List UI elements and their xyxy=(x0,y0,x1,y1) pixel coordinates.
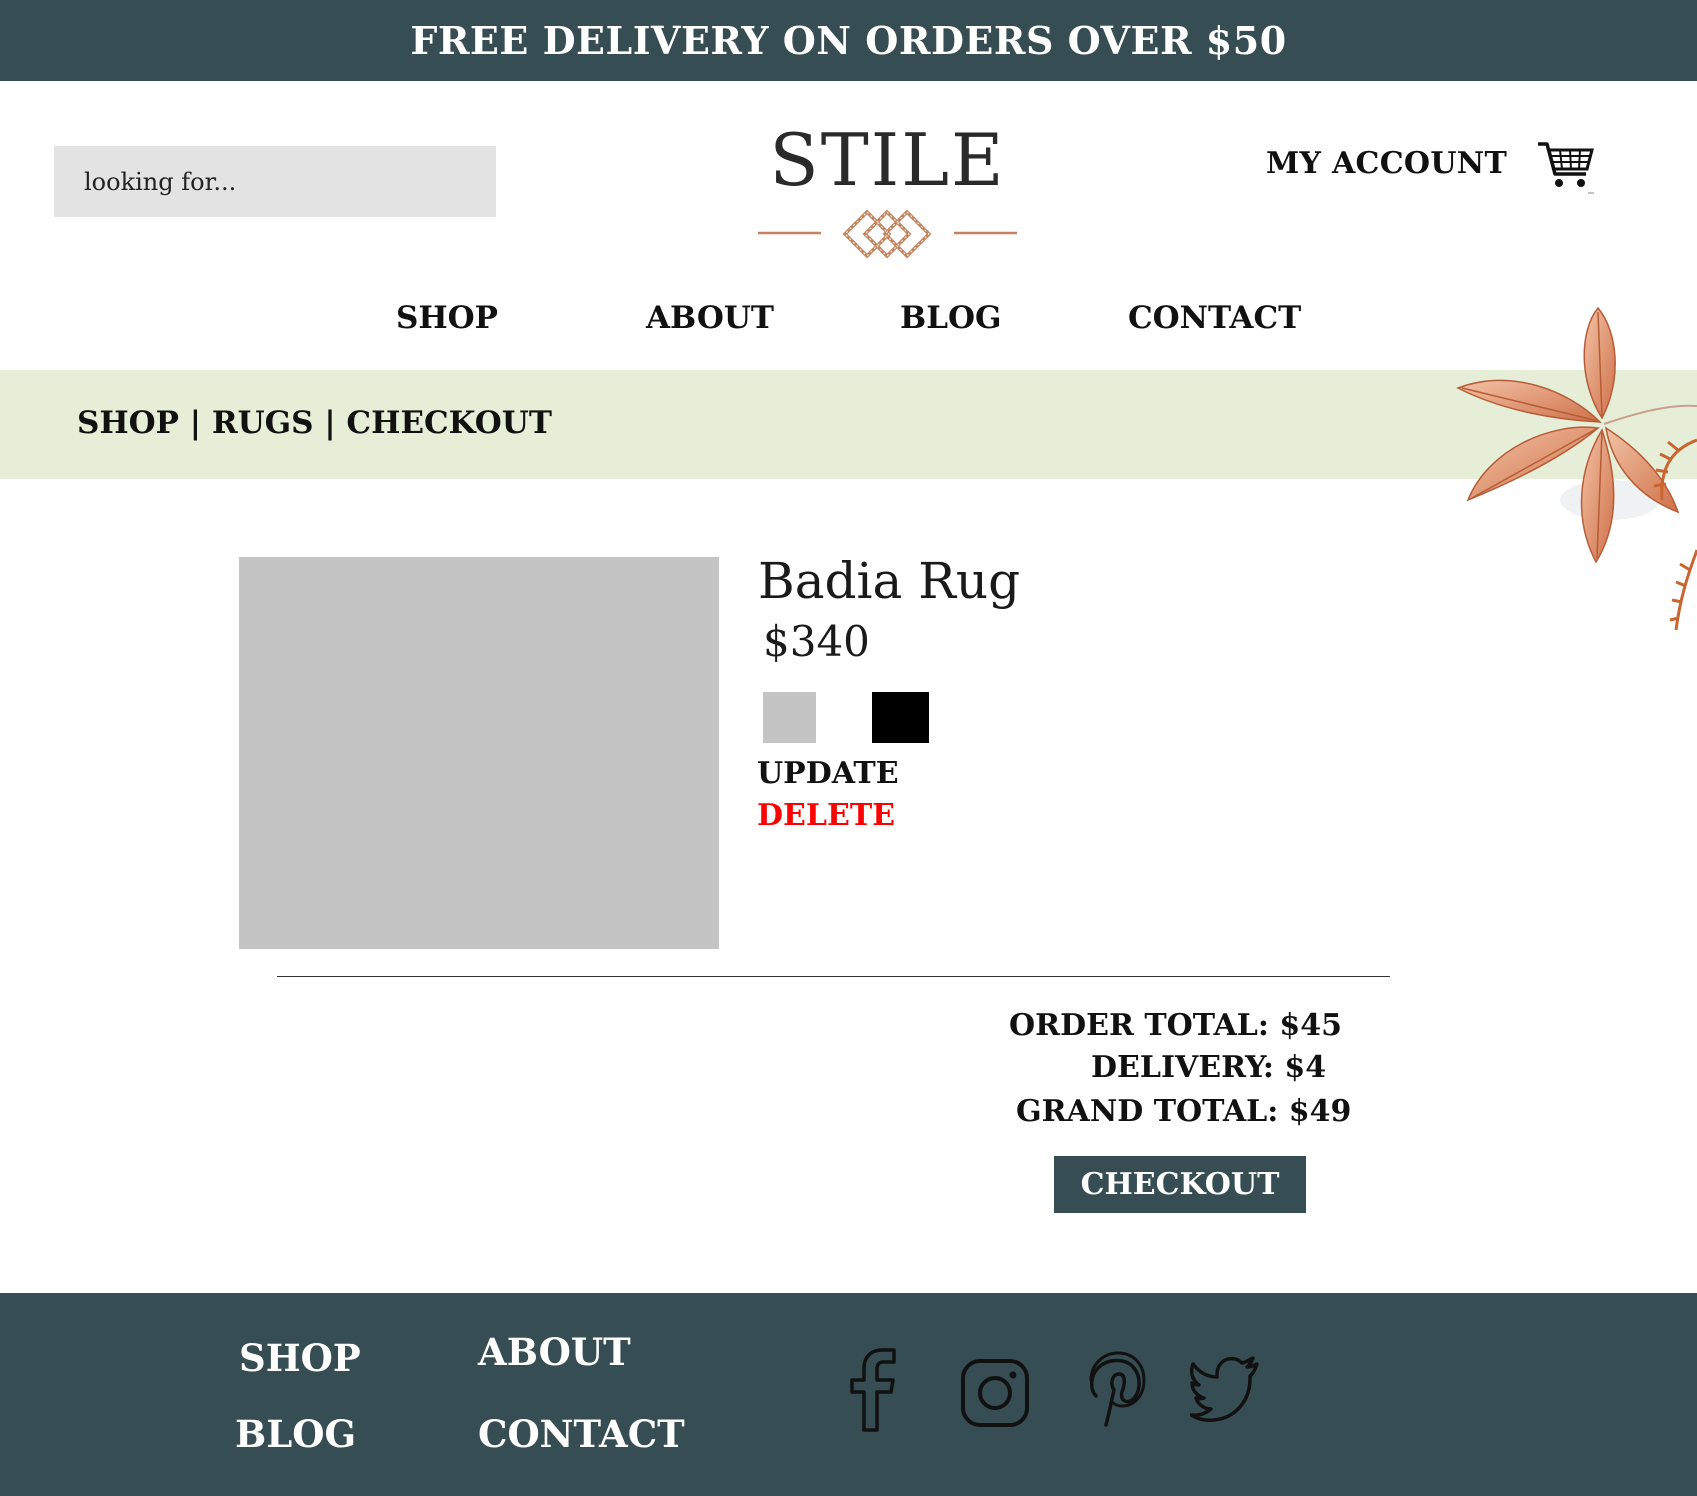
breadcrumb-shop[interactable]: SHOP xyxy=(77,405,179,441)
delete-button[interactable]: DELETE xyxy=(757,798,895,833)
shopping-cart-icon[interactable] xyxy=(1536,138,1594,196)
checkout-button[interactable]: CHECKOUT xyxy=(1054,1156,1306,1213)
nav-about[interactable]: ABOUT xyxy=(646,300,774,336)
order-total: ORDER TOTAL: $45 xyxy=(1009,1008,1342,1043)
logo-wordmark[interactable]: STILE xyxy=(690,118,1085,202)
checkout-button-label: CHECKOUT xyxy=(1080,1167,1280,1202)
delivery-cost: DELIVERY: $4 xyxy=(1091,1050,1327,1085)
color-swatch-grey[interactable] xyxy=(763,692,816,743)
my-account-link[interactable]: MY ACCOUNT xyxy=(1266,146,1507,181)
twitter-icon[interactable] xyxy=(1190,1356,1260,1422)
nav-shop[interactable]: SHOP xyxy=(396,300,498,336)
breadcrumb-separator: | xyxy=(189,405,202,441)
breadcrumb-separator: | xyxy=(324,405,336,441)
footer-link-about[interactable]: ABOUT xyxy=(478,1330,631,1374)
facebook-icon[interactable] xyxy=(846,1348,898,1432)
footer-link-blog[interactable]: BLOG xyxy=(235,1412,356,1456)
footer-link-contact[interactable]: CONTACT xyxy=(478,1412,685,1456)
divider xyxy=(277,976,1390,977)
instagram-icon[interactable] xyxy=(960,1358,1030,1428)
search-input[interactable] xyxy=(54,146,496,217)
breadcrumb-checkout[interactable]: CHECKOUT xyxy=(346,405,551,441)
promo-text: FREE DELIVERY ON ORDERS OVER $50 xyxy=(410,18,1287,63)
breadcrumb: SHOP | RUGS | CHECKOUT xyxy=(77,405,552,441)
promo-banner: FREE DELIVERY ON ORDERS OVER $50 xyxy=(0,0,1697,81)
product-image xyxy=(239,557,719,949)
logo-diamond-icon xyxy=(758,209,1017,259)
color-swatch-black[interactable] xyxy=(872,692,929,743)
grand-total: GRAND TOTAL: $49 xyxy=(1016,1094,1352,1129)
product-price: $340 xyxy=(763,617,870,666)
update-button[interactable]: UPDATE xyxy=(757,756,899,791)
nav-blog[interactable]: BLOG xyxy=(900,300,1001,336)
nav-contact[interactable]: CONTACT xyxy=(1128,300,1301,336)
breadcrumb-rugs[interactable]: RUGS xyxy=(212,405,314,441)
leaf-decoration-icon xyxy=(1456,306,1697,631)
pinterest-icon[interactable] xyxy=(1086,1350,1146,1428)
product-name: Badia Rug xyxy=(758,552,1021,610)
footer-link-shop[interactable]: SHOP xyxy=(239,1336,361,1380)
